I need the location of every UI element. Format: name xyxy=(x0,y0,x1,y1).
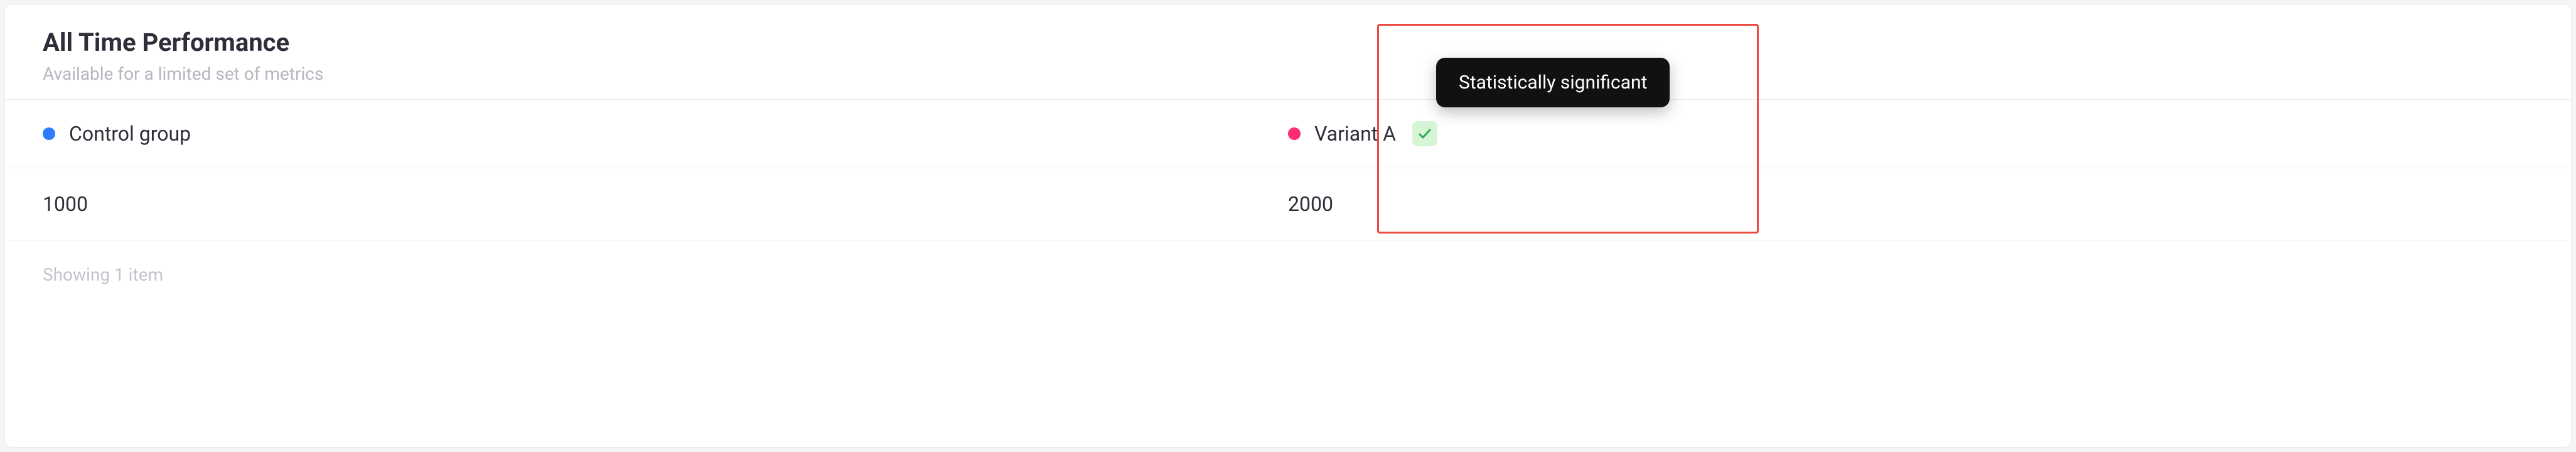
control-label: Control group xyxy=(69,122,191,146)
variant-dot-icon xyxy=(1288,127,1301,140)
significance-badge[interactable] xyxy=(1412,121,1437,146)
card-subtitle: Available for a limited set of metrics xyxy=(43,63,2533,84)
significance-tooltip: Statistically significant xyxy=(1436,58,1670,107)
card-header: All Time Performance Available for a lim… xyxy=(5,5,2571,100)
card-footer: Showing 1 item xyxy=(5,240,2571,309)
variant-label: Variant A xyxy=(1314,122,1396,146)
performance-card: All Time Performance Available for a lim… xyxy=(5,5,2571,447)
column-headers-row: Control group Variant A xyxy=(5,100,2571,168)
variant-header-cell: Variant A xyxy=(1288,100,2533,168)
card-title: All Time Performance xyxy=(43,28,2533,57)
control-dot-icon xyxy=(43,127,55,140)
variant-value: 2000 xyxy=(1288,168,2533,240)
control-value: 1000 xyxy=(43,168,1288,240)
control-header-cell: Control group xyxy=(43,100,1288,168)
check-icon xyxy=(1417,126,1432,141)
values-row: 1000 2000 xyxy=(5,168,2571,240)
